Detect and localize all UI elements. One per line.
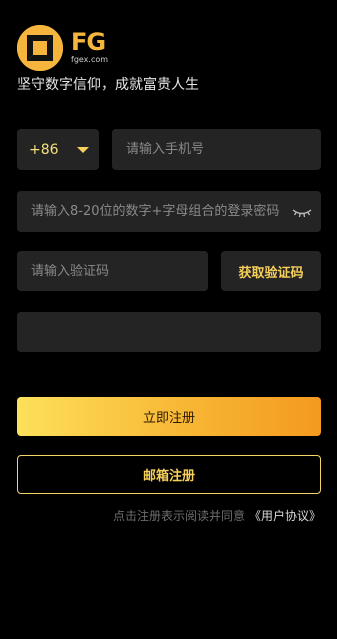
agreement-text: 点击注册表示阅读并同意 bbox=[112, 509, 245, 523]
password-input[interactable] bbox=[17, 191, 321, 232]
brand-logo-icon bbox=[17, 25, 63, 71]
password-field-wrapper bbox=[17, 191, 321, 232]
user-agreement-link[interactable]: 《用户协议》 bbox=[249, 509, 321, 523]
brand-wordmark: FG fgex.com bbox=[71, 29, 121, 69]
brand-name: FG bbox=[71, 28, 106, 56]
extra-input[interactable] bbox=[17, 312, 321, 352]
brand-domain: fgex.com bbox=[71, 55, 109, 64]
country-code-select[interactable]: +86 bbox=[17, 129, 99, 170]
brand-slogan: 坚守数字信仰，成就富贵人生 bbox=[17, 77, 199, 93]
verification-code-input[interactable] bbox=[17, 251, 208, 291]
phone-field-wrapper bbox=[112, 129, 321, 170]
caret-down-icon bbox=[77, 147, 89, 153]
phone-input[interactable] bbox=[112, 129, 321, 170]
country-code-value: +86 bbox=[29, 141, 59, 158]
eye-closed-icon[interactable] bbox=[292, 204, 312, 218]
extra-field-wrapper bbox=[17, 312, 321, 352]
email-register-button[interactable]: 邮箱注册 bbox=[17, 455, 321, 494]
get-code-button[interactable]: 获取验证码 bbox=[221, 251, 321, 291]
register-button[interactable]: 立即注册 bbox=[17, 397, 321, 436]
code-field-wrapper bbox=[17, 251, 208, 291]
agreement-line: 点击注册表示阅读并同意 《用户协议》 bbox=[0, 508, 321, 524]
